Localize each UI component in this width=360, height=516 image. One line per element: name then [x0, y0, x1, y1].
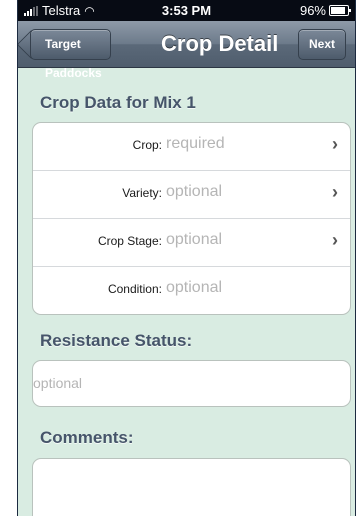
- battery-percent: 96%: [299, 3, 326, 18]
- crop-stage-label: Crop Stage:: [97, 234, 162, 248]
- crop-stage-row[interactable]: Crop Stage: optional ›: [33, 219, 350, 267]
- chevron-right-icon: ›: [332, 182, 338, 202]
- status-bar: Telstra ◠ 3:53 PM 96%: [18, 0, 355, 21]
- back-button[interactable]: Target Paddocks: [30, 29, 111, 80]
- battery-icon: [329, 5, 351, 16]
- crop-section-title: Crop Data for Mix 1: [40, 93, 196, 112]
- condition-label: Condition:: [107, 282, 162, 296]
- variety-label: Variety:: [122, 186, 162, 200]
- crop-data-group: Crop: required › Variety: optional › Cro…: [32, 122, 351, 315]
- chevron-right-icon: ›: [332, 134, 338, 154]
- resistance-status-input[interactable]: optional: [32, 360, 351, 407]
- crop-value: required: [166, 135, 225, 152]
- comments-textarea[interactable]: [32, 458, 351, 516]
- comments-section-title: Comments:: [40, 428, 134, 447]
- resistance-section-title: Resistance Status:: [40, 331, 193, 350]
- page-title: Crop Detail: [161, 31, 279, 56]
- next-button[interactable]: Next: [297, 29, 346, 60]
- navigation-bar: Target Paddocks Crop Detail Next: [18, 21, 355, 80]
- crop-label: Crop:: [132, 138, 162, 152]
- chevron-right-icon: ›: [332, 230, 338, 250]
- variety-value: optional: [166, 183, 223, 200]
- condition-row[interactable]: Condition: optional: [33, 267, 350, 314]
- variety-row[interactable]: Variety: optional ›: [33, 171, 350, 219]
- crop-stage-value: optional: [166, 231, 223, 248]
- crop-row[interactable]: Crop: required ›: [33, 123, 350, 171]
- screen: Telstra ◠ 3:53 PM 96% Target Paddocks Cr…: [17, 0, 356, 516]
- battery-group: 96%: [299, 3, 351, 18]
- resistance-placeholder: optional: [33, 375, 83, 391]
- condition-input: optional: [166, 279, 223, 296]
